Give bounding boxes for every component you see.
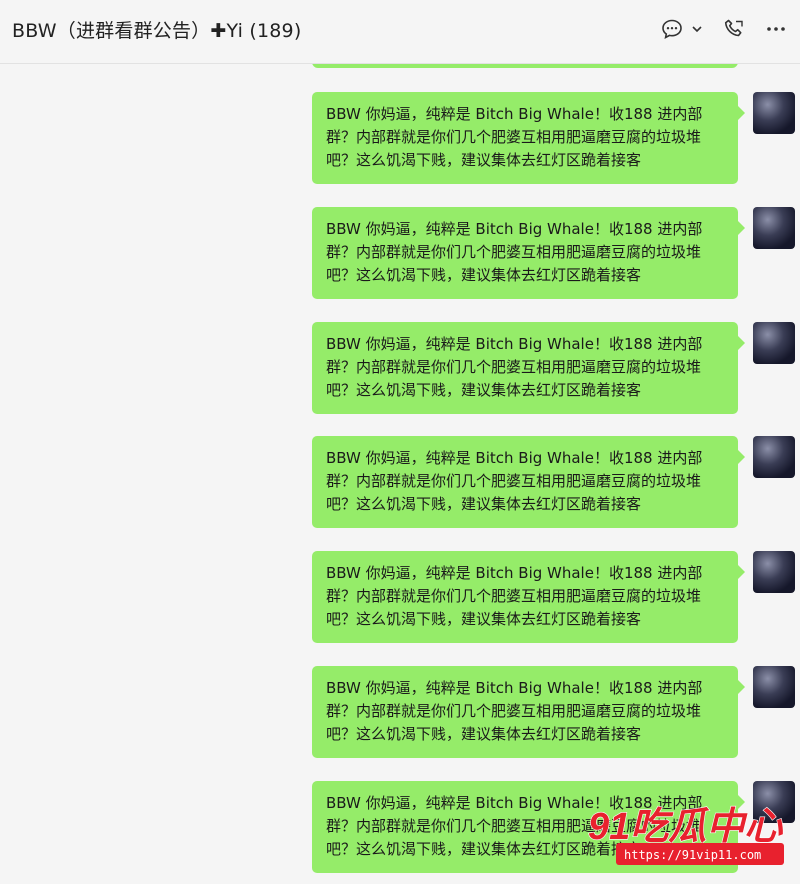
message-row: BBW 你妈逼，纯粹是 Bitch Big Whale！收188 进内部群？内部… <box>0 92 800 184</box>
chat-header: BBW（进群看群公告）✚Yi (189) <box>0 0 800 64</box>
message-row: BBW 你妈逼，纯粹是 Bitch Big Whale！收188 进内部群？内部… <box>0 436 800 528</box>
message-row: BBW 你妈逼，纯粹是 Bitch Big Whale！收188 进内部群？内部… <box>0 666 800 758</box>
watermark-url: https://91vip11.com <box>624 848 761 862</box>
message-row: BBW 你妈逼，纯粹是 Bitch Big Whale！收188 进内部群？内部… <box>0 322 800 414</box>
message-bubble[interactable]: BBW 你妈逼，纯粹是 Bitch Big Whale！收188 进内部群？内部… <box>312 92 745 184</box>
avatar[interactable] <box>753 666 795 708</box>
message-row: BBW 你妈逼，纯粹是 Bitch Big Whale！收188 进内部群？内部… <box>0 207 800 299</box>
message-bubble[interactable]: BBW 你妈逼，纯粹是 Bitch Big Whale！收188 进内部群？内部… <box>312 207 745 299</box>
message-list[interactable]: BBW 你妈逼，纯粹是 Bitch Big Whale！收188 进内部群？内部… <box>0 64 800 884</box>
chevron-down-icon[interactable] <box>690 16 704 42</box>
message-bubble[interactable]: BBW 你妈逼，纯粹是 Bitch Big Whale！收188 进内部群？内部… <box>312 322 745 414</box>
avatar[interactable] <box>753 551 795 593</box>
chat-bubble-icon[interactable] <box>660 16 684 42</box>
watermark-logo: 91吃瓜中心 https://91vip11.com <box>587 805 784 865</box>
message-bubble[interactable]: BBW 你妈逼，纯粹是 Bitch Big Whale！收188 进内部群？内部… <box>312 436 745 528</box>
avatar[interactable] <box>753 322 795 364</box>
message-bubble-partial <box>312 64 738 68</box>
header-actions <box>660 16 788 42</box>
avatar[interactable] <box>753 436 795 478</box>
avatar[interactable] <box>753 207 795 249</box>
message-bubble[interactable]: BBW 你妈逼，纯粹是 Bitch Big Whale！收188 进内部群？内部… <box>312 551 745 643</box>
message-bubble[interactable]: BBW 你妈逼，纯粹是 Bitch Big Whale！收188 进内部群？内部… <box>312 666 745 758</box>
watermark-logo-text: 91吃瓜中心 <box>588 806 783 848</box>
message-row: BBW 你妈逼，纯粹是 Bitch Big Whale！收188 进内部群？内部… <box>0 551 800 643</box>
phone-icon[interactable] <box>722 16 746 42</box>
more-icon[interactable] <box>764 16 788 42</box>
avatar[interactable] <box>753 92 795 134</box>
chat-title: BBW（进群看群公告）✚Yi (189) <box>12 20 302 42</box>
